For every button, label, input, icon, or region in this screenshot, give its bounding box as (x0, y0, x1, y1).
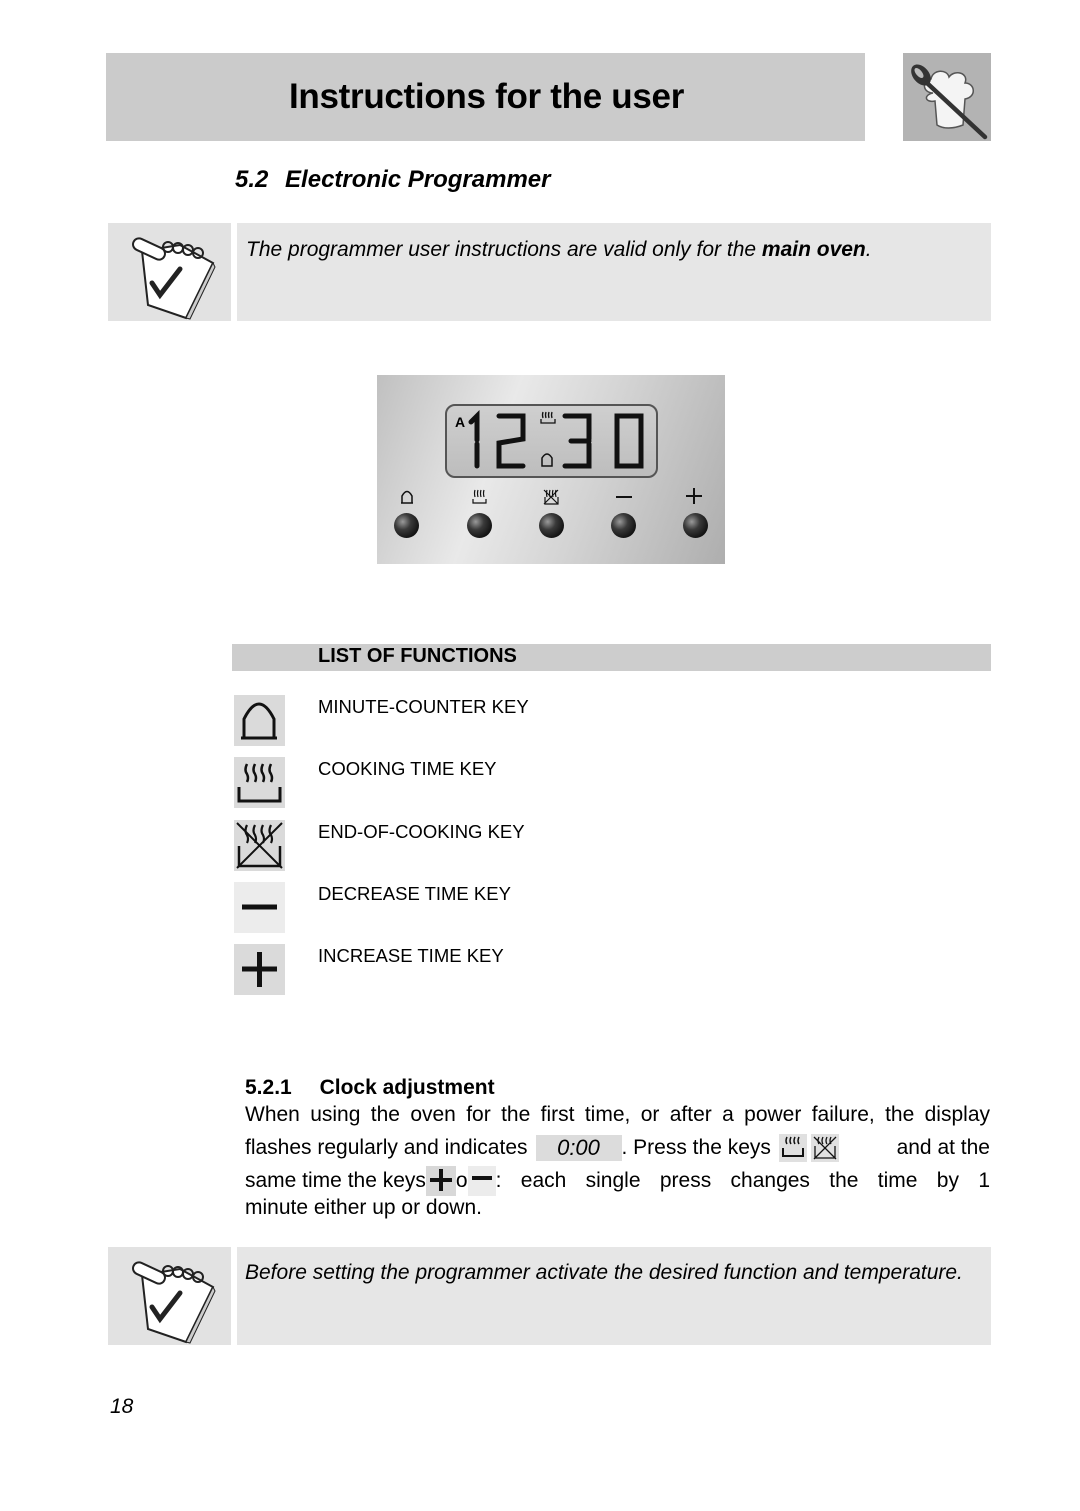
minus-icon (467, 1166, 496, 1196)
line-segment: flashes regularly and indicates 0:00 . P… (245, 1134, 839, 1162)
knob[interactable] (467, 513, 492, 538)
note-text: The programmer user instructions are val… (246, 236, 872, 263)
bell-icon (541, 453, 553, 467)
section-title-text: Electronic Programmer (285, 166, 551, 193)
clock-text-line-1: When using the oven for the first time, … (245, 1103, 990, 1126)
function-label: INCREASE TIME KEY (318, 945, 504, 966)
plus-icon (686, 488, 702, 504)
cooking-time-icon (540, 411, 556, 424)
programmer-panel: A (377, 375, 725, 564)
minus-icon (616, 496, 632, 498)
bell-icon (234, 695, 285, 746)
knob[interactable] (683, 513, 708, 538)
section-number: 5.2 (235, 166, 269, 193)
note-icon-box (108, 223, 231, 321)
section-title: 5.2 Electronic Programmer (235, 166, 550, 194)
note-emphasis: main oven (761, 238, 866, 261)
lcd-display: A (445, 404, 658, 478)
end-of-cooking-icon (543, 489, 559, 505)
subsection-number: 5.2.1 (245, 1076, 292, 1099)
function-label: END-OF-COOKING KEY (318, 821, 525, 842)
clock-text-line-4: minute either up or down. (245, 1196, 482, 1219)
function-label: MINUTE-COUNTER KEY (318, 696, 529, 717)
list-of-functions-title: LIST OF FUNCTIONS (318, 645, 517, 667)
subsection-title: 5.2.1 Clock adjustment (245, 1076, 495, 1100)
plus-icon (425, 1166, 456, 1196)
page-number: 18 (110, 1395, 134, 1418)
text-part: : each single press changes the time by … (495, 1169, 990, 1192)
display-zero-indicator: 0:00 (535, 1135, 622, 1161)
page-header-title: Instructions for the user (288, 77, 685, 116)
cooking-time-icon (472, 489, 487, 504)
note-text-part: The programmer user instructions are val… (246, 238, 762, 261)
text-part: . Press the keys (621, 1136, 771, 1159)
note-icon-box (108, 1247, 231, 1345)
header-bar: Instructions for the user (106, 53, 865, 141)
list-of-functions-header: LIST OF FUNCTIONS (232, 644, 991, 671)
text-part: and at the (896, 1136, 990, 1159)
cooking-time-icon (778, 1134, 807, 1162)
function-label: DECREASE TIME KEY (318, 883, 511, 904)
cooking-time-icon (234, 757, 285, 808)
knob[interactable] (394, 513, 419, 538)
text-part: flashes regularly and indicates (245, 1136, 528, 1159)
plus-icon (234, 944, 285, 995)
note-text: Before setting the programmer activate t… (245, 1261, 963, 1284)
note-before-setting: Before setting the programmer activate t… (237, 1247, 991, 1345)
text-part: same time the keys (245, 1169, 426, 1192)
note-text-part: . (865, 238, 872, 261)
knob[interactable] (539, 513, 564, 538)
notepad-check-icon (132, 1261, 216, 1344)
knob[interactable] (611, 513, 636, 538)
subsection-title-text: Clock adjustment (319, 1076, 495, 1099)
text-part: o (455, 1169, 468, 1192)
end-of-cooking-icon (810, 1134, 839, 1162)
notepad-check-icon (132, 237, 216, 320)
chef-hat-spoon-icon (903, 53, 991, 141)
clock-text-line-3: same time the keys o : each single press… (245, 1166, 990, 1196)
display-digits (468, 409, 644, 469)
note-main-oven: The programmer user instructions are val… (237, 223, 991, 321)
function-label: COOKING TIME KEY (318, 758, 497, 779)
end-of-cooking-icon (234, 820, 285, 871)
bell-icon (401, 490, 413, 504)
minus-icon (234, 882, 285, 933)
clock-text-line-2: flashes regularly and indicates 0:00 . P… (245, 1134, 990, 1162)
